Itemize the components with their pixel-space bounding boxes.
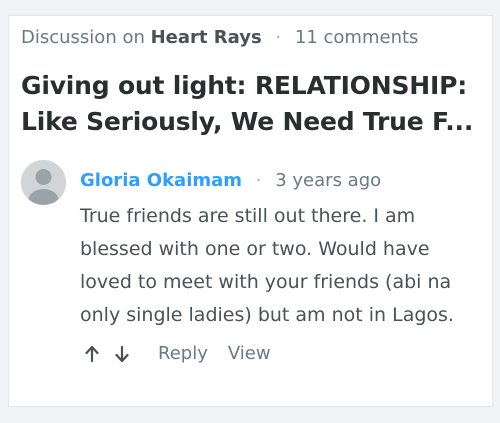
comment-line: True friends are still out there. I am: [80, 205, 416, 227]
comment-actions: Reply View: [84, 343, 271, 364]
discussion-meta: Discussion on Heart Rays · 11 comments: [21, 27, 418, 48]
view-button[interactable]: View: [228, 343, 271, 364]
upvote-button[interactable]: [84, 344, 100, 364]
site-name-link[interactable]: Heart Rays: [151, 27, 262, 48]
comment-timestamp[interactable]: 3 years ago: [275, 170, 381, 191]
comment-line: blessed with one or two. Would have: [80, 238, 430, 260]
arrow-up-icon: [85, 345, 99, 362]
post-title-line: Like Seriously, We Need True F...: [21, 107, 471, 136]
reply-button[interactable]: Reply: [158, 343, 208, 364]
comment-line: loved to meet with your friends (abi na: [80, 271, 452, 293]
user-silhouette-icon: [21, 160, 66, 205]
post-title-link[interactable]: Giving out light: RELATIONSHIP: Like Ser…: [21, 68, 471, 140]
author-name-link[interactable]: Gloria Okaimam: [80, 170, 242, 191]
header-separator: ·: [255, 170, 262, 191]
discussion-prefix: Discussion on: [21, 27, 145, 48]
avatar[interactable]: [21, 160, 66, 205]
arrow-down-icon: [115, 345, 129, 362]
comment-text: True friends are still out there. I am b…: [80, 200, 475, 332]
meta-separator: ·: [275, 27, 282, 48]
downvote-button[interactable]: [114, 344, 130, 364]
comment-header: Gloria Okaimam · 3 years ago: [80, 170, 381, 191]
post-title-line: Giving out light: RELATIONSHIP:: [21, 71, 468, 100]
comment-line: only single ladies) but am not in Lagos.: [80, 304, 454, 326]
comment-count-link[interactable]: 11 comments: [295, 27, 419, 48]
